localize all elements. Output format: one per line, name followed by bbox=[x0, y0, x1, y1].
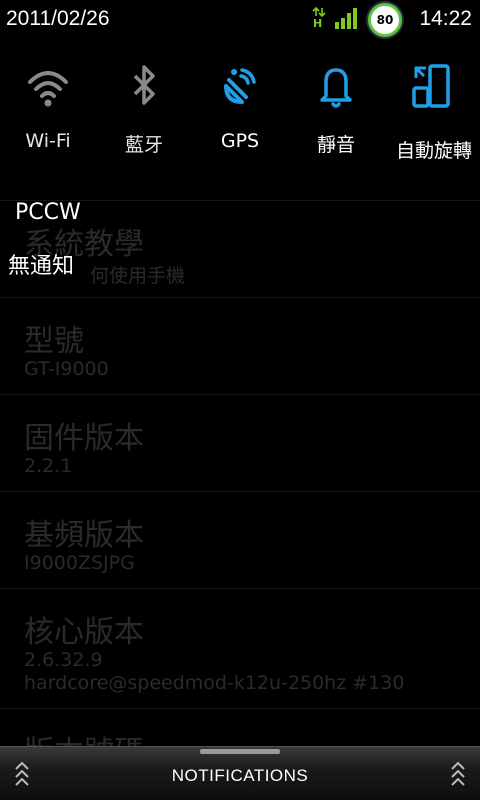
list-item: 基頻版本 I9000ZSJPG bbox=[0, 491, 480, 588]
toggle-auto-rotate[interactable]: 自動旋轉 bbox=[384, 40, 480, 170]
status-date: 2011/02/26 bbox=[6, 7, 110, 30]
gps-icon bbox=[220, 62, 260, 110]
data-type-label: H bbox=[313, 17, 323, 30]
setting-subtitle: GT-I9000 bbox=[24, 358, 109, 380]
notifications-label: NOTIFICATIONS bbox=[171, 766, 309, 785]
rotate-icon bbox=[412, 62, 452, 110]
setting-title: 基頻版本 bbox=[24, 518, 144, 553]
chevron-up-icon bbox=[450, 759, 466, 789]
signal-bars-icon bbox=[334, 6, 360, 34]
status-icons: H 80 bbox=[312, 3, 402, 37]
data-activity-icon: H bbox=[312, 6, 326, 33]
list-item: 固件版本 2.2.1 bbox=[0, 394, 480, 491]
background-settings-list: 系統教學 何使用手機 型號 GT-I9000 固件版本 2.2.1 基頻版本 I… bbox=[0, 200, 480, 770]
status-time: 14:22 bbox=[419, 7, 472, 30]
setting-subtitle-2: hardcore@speedmod-k12u-250hz #130 bbox=[24, 672, 405, 694]
list-item: 型號 GT-I9000 bbox=[0, 297, 480, 394]
bluetooth-icon bbox=[124, 62, 164, 110]
toggle-label: 自動旋轉 bbox=[395, 140, 472, 162]
toggle-gps[interactable]: GPS bbox=[192, 40, 288, 170]
toggle-bluetooth[interactable]: 藍牙 bbox=[96, 40, 192, 170]
notification-panel-handle[interactable]: NOTIFICATIONS bbox=[0, 746, 480, 800]
setting-title: 型號 bbox=[24, 324, 84, 359]
toggle-label: Wi-Fi bbox=[25, 130, 71, 152]
setting-title: 核心版本 bbox=[24, 615, 144, 650]
setting-subtitle: 2.6.32.9 bbox=[24, 649, 103, 671]
toggle-label: 靜音 bbox=[316, 134, 355, 156]
list-item: 核心版本 2.6.32.9 hardcore@speedmod-k12u-250… bbox=[0, 588, 480, 708]
toggle-wifi[interactable]: Wi-Fi bbox=[0, 40, 96, 170]
battery-circle-icon: 80 bbox=[368, 3, 402, 37]
toggle-label: 藍牙 bbox=[124, 134, 163, 156]
quick-toggle-row: Wi-Fi 藍牙 GPS 靜音 自動旋轉 bbox=[0, 40, 480, 170]
setting-subtitle: 2.2.1 bbox=[24, 455, 73, 477]
drag-handle[interactable] bbox=[200, 749, 280, 754]
bell-icon bbox=[316, 62, 356, 110]
toggle-silent[interactable]: 靜音 bbox=[288, 40, 384, 170]
setting-subtitle: 何使用手機 bbox=[90, 265, 186, 287]
toggle-label: GPS bbox=[220, 130, 260, 152]
setting-title: 固件版本 bbox=[24, 421, 144, 456]
setting-subtitle: I9000ZSJPG bbox=[24, 552, 135, 574]
status-bar: 2011/02/26 H 80 14:22 bbox=[0, 0, 480, 40]
no-notifications-text: 無通知 bbox=[8, 254, 75, 279]
carrier-name: PCCW bbox=[15, 200, 81, 225]
wifi-icon bbox=[28, 62, 68, 110]
